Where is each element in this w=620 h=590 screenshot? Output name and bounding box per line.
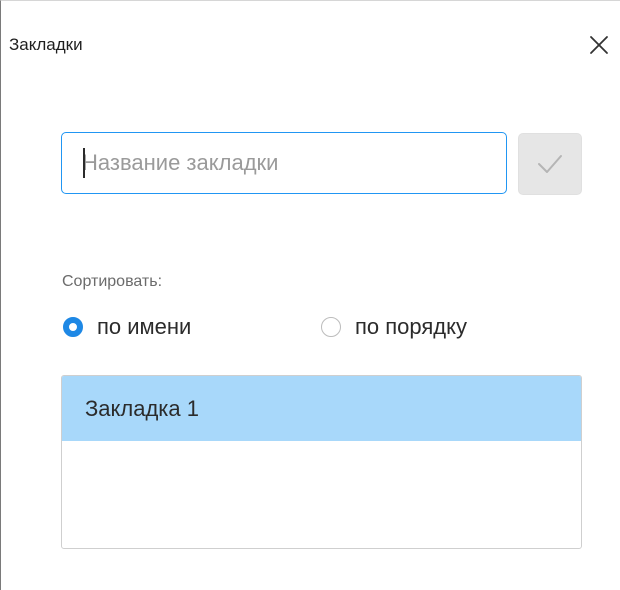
sort-by-order-label: по порядку	[355, 314, 468, 339]
radio-unchecked-icon	[321, 317, 341, 337]
dialog-title: Закладки	[9, 35, 83, 54]
list-item-label: Закладка 1	[85, 395, 199, 421]
checkmark-icon	[538, 155, 562, 173]
bookmark-list[interactable]: Закладка 1	[61, 375, 582, 549]
list-item[interactable]: Закладка 1	[62, 376, 581, 441]
bookmark-name-field[interactable]	[61, 132, 507, 194]
bookmarks-dialog: Закладки Сортировать: по имени по порядк…	[0, 0, 620, 590]
confirm-button[interactable]	[518, 133, 582, 195]
text-caret	[83, 148, 85, 178]
radio-checked-icon	[63, 317, 83, 337]
close-button[interactable]	[585, 31, 613, 59]
close-icon	[590, 36, 608, 54]
sort-by-name-radio[interactable]: по имени	[63, 312, 191, 342]
sort-by-name-label: по имени	[97, 314, 192, 339]
sort-by-order-radio[interactable]: по порядку	[321, 312, 467, 342]
bookmark-name-input[interactable]	[82, 133, 492, 192]
sort-label: Сортировать:	[62, 273, 163, 290]
